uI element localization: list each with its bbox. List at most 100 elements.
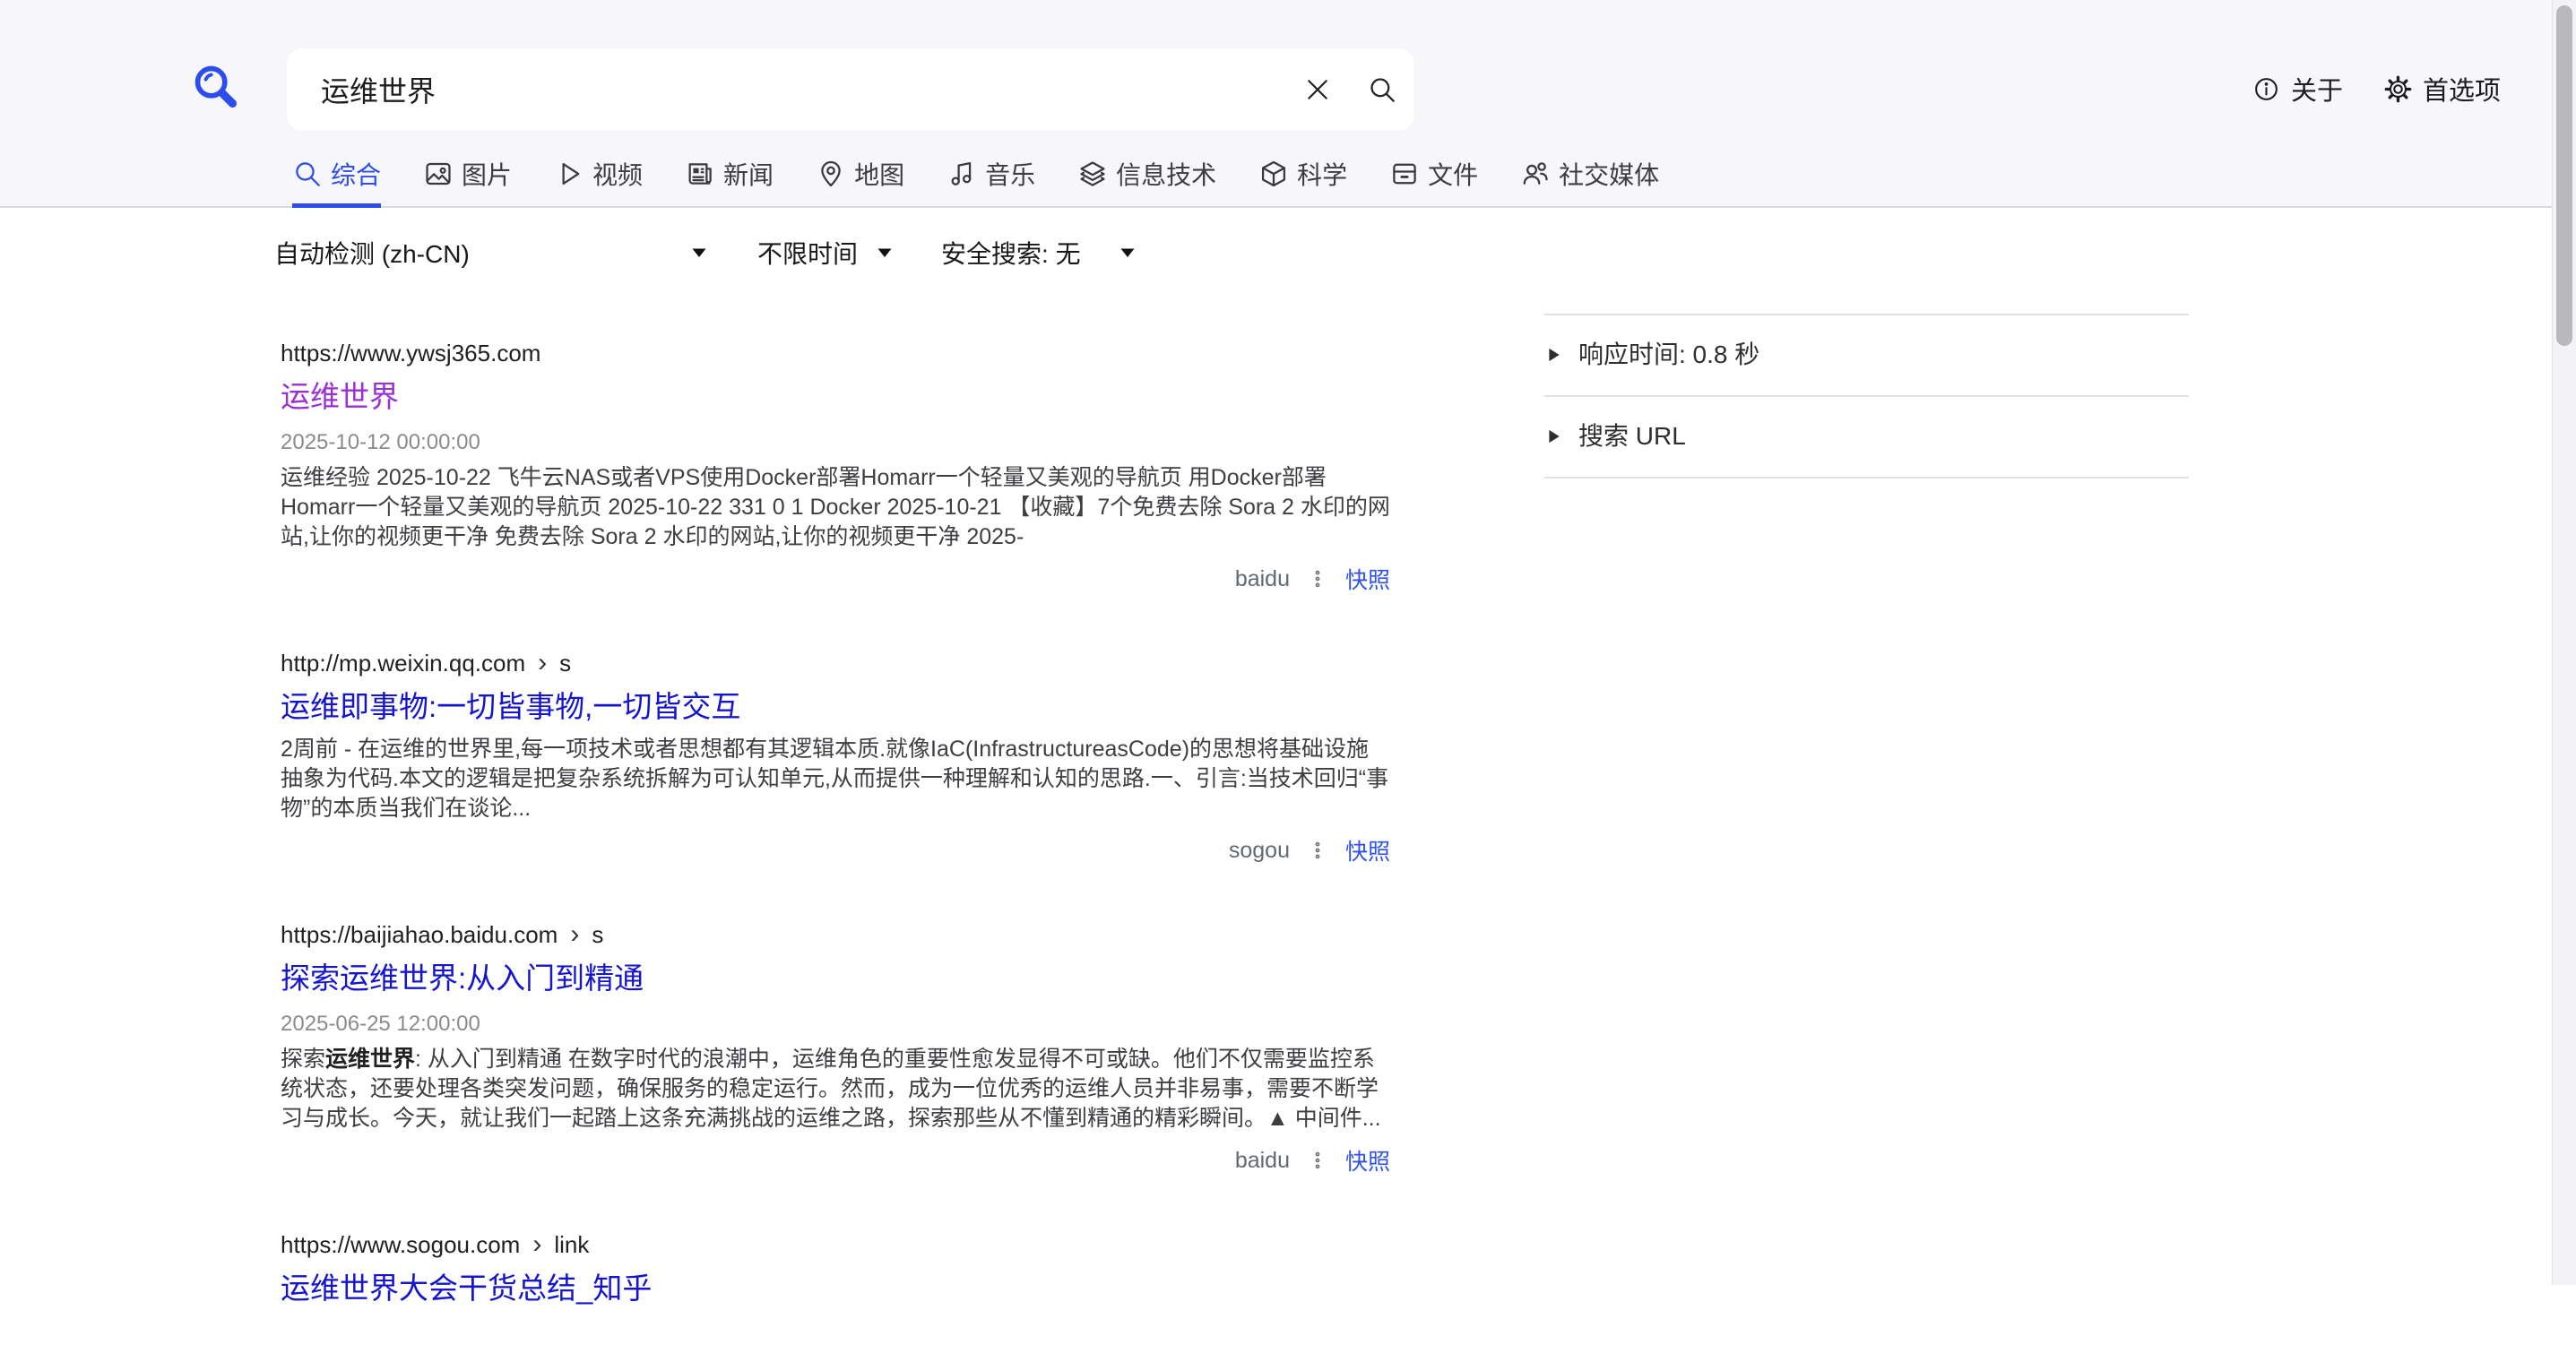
caret-down-icon	[874, 242, 895, 263]
safesearch-value: 安全搜索: 无	[941, 235, 1081, 271]
search-form	[287, 48, 1414, 131]
triangle-right-icon	[1544, 346, 1562, 364]
snippet-text: 2周前 - 在运维的世界里,每一项技术或者思想都有其逻辑本质.就像IaC(Inf…	[281, 737, 1388, 821]
result-engine-row: baidu 快照	[281, 563, 1390, 595]
result-snippet: 运维经验 2025-10-22 飞牛云NAS或者VPS使用Docker部署Hom…	[281, 463, 1390, 552]
archive-icon	[1389, 159, 1420, 189]
category-tab-label: 科学	[1297, 156, 1347, 192]
snippet-text: 运维经验 2025-10-22 飞牛云NAS或者VPS使用Docker部署Hom…	[281, 465, 1390, 549]
clear-search-button[interactable]	[1285, 48, 1350, 131]
result-url-text: https://www.sogou.com	[281, 1230, 520, 1259]
snippet-text: : 从入门到精通 在数字时代的浪潮中，运维角色的重要性愈发显得不可或缺。他们不仅…	[281, 1047, 1381, 1131]
category-tab-label: 综合	[331, 156, 381, 192]
category-tab-新闻[interactable]: 新闻	[685, 156, 774, 208]
kebab-icon[interactable]	[1308, 1147, 1327, 1174]
result-item: https://www.ywsj365.com 运维世界 2025-10-12 00…	[281, 339, 1390, 595]
kebab-icon[interactable]	[1308, 837, 1327, 864]
result-url-text: https://www.ywsj365.com	[281, 339, 540, 367]
about-label: 关于	[2291, 70, 2343, 108]
category-tab-社交媒体[interactable]: 社交媒体	[1520, 156, 1659, 208]
map-pin-icon	[816, 159, 846, 189]
scrollbar-thumb[interactable]	[2556, 5, 2572, 346]
box-icon	[1258, 159, 1289, 189]
result-date: 2025-10-12 00:00:00	[281, 430, 1390, 455]
sidebar-collapsible[interactable]: 响应时间: 0.8 秒	[1544, 314, 2189, 395]
engine-name: baidu	[1235, 566, 1290, 592]
result-url[interactable]: http://mp.weixin.qq.com › s	[281, 649, 1390, 677]
category-tab-视频[interactable]: 视频	[554, 156, 643, 208]
search-icon	[292, 159, 323, 189]
snippet-highlight: 运维世界	[325, 1047, 415, 1072]
category-tab-label: 地图	[854, 156, 904, 192]
category-tab-label: 新闻	[723, 156, 774, 192]
result-url-text: http://mp.weixin.qq.com	[281, 649, 525, 677]
snapshot-link[interactable]: 快照	[1345, 834, 1390, 866]
about-link[interactable]: 关于	[2252, 70, 2343, 108]
result-url[interactable]: https://www.ywsj365.com	[281, 339, 1390, 367]
result-url-path: link	[554, 1230, 589, 1259]
result-item: https://baijiahao.baidu.com›s 探索运维世界:从入门到…	[281, 920, 1390, 1177]
news-icon	[685, 159, 715, 189]
gear-icon	[2384, 75, 2412, 103]
search-filters: 自动检测 (zh-CN) 不限时间 安全搜索: 无	[274, 231, 1138, 274]
result-title-link[interactable]: 运维即事物:一切皆事物,一切皆交互	[281, 687, 1390, 727]
result-snippet: 探索运维世界: 从入门到精通 在数字时代的浪潮中，运维角色的重要性愈发显得不可或…	[281, 1045, 1390, 1134]
snapshot-link[interactable]: 快照	[1345, 563, 1390, 595]
engine-name: sogou	[1229, 838, 1290, 864]
result-title-link[interactable]: 探索运维世界:从入门到精通	[281, 959, 1390, 998]
submit-search-button[interactable]	[1350, 48, 1414, 131]
time-range-select[interactable]: 不限时间	[757, 235, 895, 271]
kebab-icon[interactable]	[1308, 565, 1327, 592]
breadcrumb-separator: ›	[532, 1233, 541, 1256]
result-title-link[interactable]: 运维世界	[281, 377, 1390, 417]
result-url-path: s	[559, 649, 571, 677]
caret-down-icon	[1117, 242, 1138, 263]
top-navigation: 关于 首选项	[2252, 70, 2501, 108]
layers-icon	[1077, 159, 1108, 189]
sidebar-collapsible[interactable]: 搜索 URL	[1544, 395, 2189, 478]
category-tab-label: 图片	[462, 156, 512, 192]
info-icon	[2252, 75, 2280, 103]
music-icon	[947, 159, 977, 189]
snippet-text: 探索	[281, 1047, 325, 1072]
result-url[interactable]: https://baijiahao.baidu.com›s	[281, 920, 1390, 949]
preferences-link[interactable]: 首选项	[2384, 70, 2501, 108]
language-value: 自动检测 (zh-CN)	[274, 235, 470, 271]
image-icon	[423, 159, 454, 189]
category-tab-音乐[interactable]: 音乐	[947, 156, 1035, 208]
close-icon	[1302, 74, 1333, 105]
scrollbar-track[interactable]	[2552, 0, 2576, 1285]
category-tab-综合[interactable]: 综合	[292, 156, 381, 208]
category-tab-label: 视频	[592, 156, 643, 192]
category-tab-地图[interactable]: 地图	[816, 156, 904, 208]
safesearch-select[interactable]: 安全搜索: 无	[941, 235, 1138, 271]
category-tab-信息技术[interactable]: 信息技术	[1077, 156, 1216, 208]
language-select[interactable]: 自动检测 (zh-CN)	[274, 235, 710, 271]
triangle-right-icon	[1544, 427, 1562, 445]
result-snippet: 2周前 - 在运维的世界里,每一项技术或者思想都有其逻辑本质.就像IaC(Inf…	[281, 735, 1390, 823]
result-title-link[interactable]: 运维世界大会干货总结_知乎	[281, 1269, 1390, 1308]
result-item: https://www.sogou.com › link 运维世界大会干货总结_知乎	[281, 1230, 1390, 1308]
snapshot-link[interactable]: 快照	[1345, 1144, 1390, 1177]
results-list: https://www.ywsj365.com 运维世界 2025-10-12 00…	[281, 339, 1390, 1362]
engine-name: baidu	[1235, 1148, 1290, 1174]
category-tab-label: 社交媒体	[1559, 156, 1659, 192]
category-tab-文件[interactable]: 文件	[1389, 156, 1478, 208]
header: 关于 首选项 综合 图片 视频 新闻 地图 音乐 信息技术 科学 文件 社交媒体	[0, 0, 2552, 208]
users-icon	[1520, 159, 1551, 189]
sidebar: 响应时间: 0.8 秒搜索 URL	[1544, 314, 2189, 478]
sidebar-collapsible-label: 响应时间: 0.8 秒	[1578, 338, 1759, 372]
result-url[interactable]: https://www.sogou.com › link	[281, 1230, 1390, 1259]
result-url-text: https://baijiahao.baidu.com	[281, 920, 558, 949]
search-input[interactable]	[287, 73, 1285, 107]
preferences-label: 首选项	[2423, 70, 2501, 108]
category-tab-label: 音乐	[985, 156, 1035, 192]
category-tab-科学[interactable]: 科学	[1258, 156, 1347, 208]
result-url-path: s	[592, 920, 603, 949]
app-logo-search-icon	[192, 63, 238, 109]
breadcrumb-separator: ›	[538, 651, 547, 675]
category-tab-label: 文件	[1428, 156, 1478, 192]
search-icon	[1367, 74, 1397, 105]
category-tab-图片[interactable]: 图片	[423, 156, 512, 208]
category-tab-label: 信息技术	[1116, 156, 1216, 192]
